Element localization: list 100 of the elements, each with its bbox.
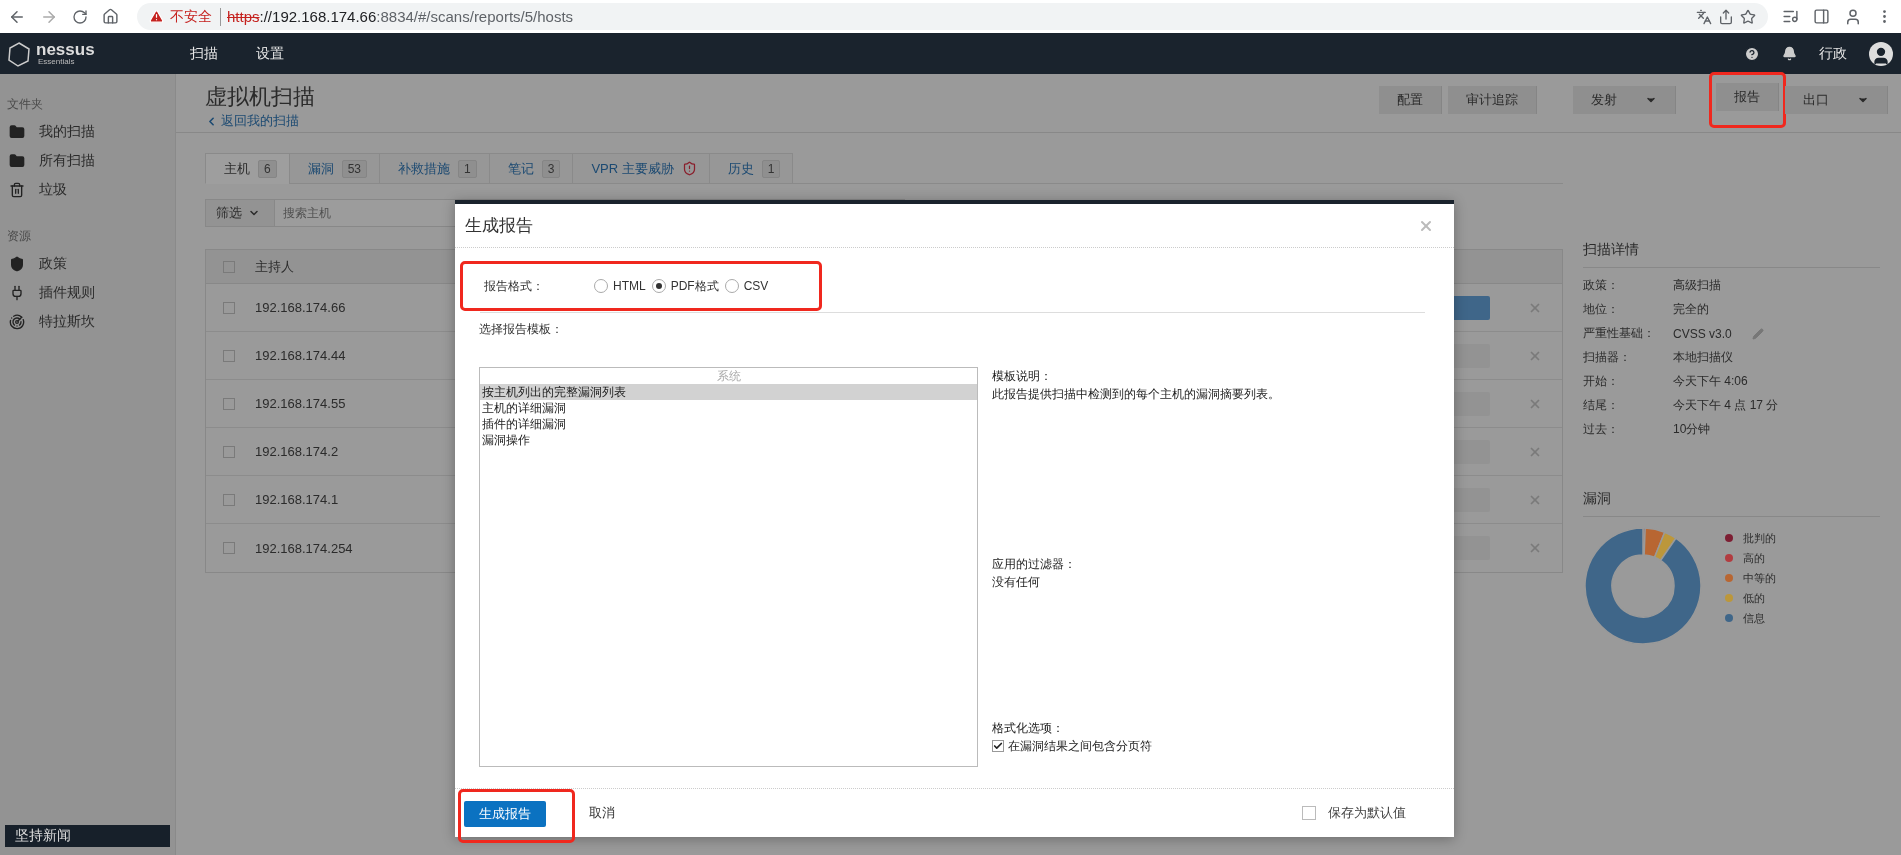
tab[interactable]: 历史 1	[708, 153, 794, 184]
legend-label: 低的	[1743, 590, 1765, 606]
table-cell: 192.168.174.44	[255, 348, 346, 363]
folder-icon	[9, 152, 25, 169]
tab[interactable]: 主机 6	[205, 153, 290, 184]
count-badge: 1	[458, 159, 477, 178]
checkbox[interactable]	[992, 740, 1004, 752]
detail-label: 政策：	[1583, 277, 1620, 294]
news-link[interactable]: 坚持新闻	[5, 825, 170, 847]
sidebar-item[interactable]: 政策	[0, 249, 175, 278]
template-option[interactable]: 插件的详细漏洞	[480, 416, 977, 432]
panel-title: 扫描详情	[1583, 241, 1880, 268]
address-bar[interactable]: 不安全 https://192.168.174.66:8834/#/scans/reports/5/hosts	[137, 3, 1768, 30]
detail-label: 开始：	[1583, 373, 1620, 390]
legend-label: 信息	[1743, 610, 1765, 626]
user-name[interactable]: 行政	[1819, 44, 1847, 63]
option-checkbox[interactable]: 在漏洞结果之间包含分页符	[992, 737, 1425, 755]
checkbox[interactable]	[223, 397, 235, 410]
shield-alert-icon	[681, 161, 697, 176]
count-badge: 53	[341, 159, 368, 178]
sidebar-item[interactable]: 所有扫描	[0, 146, 175, 175]
reload-icon[interactable]	[72, 8, 88, 25]
toolbar-button[interactable]: 出口	[1785, 86, 1888, 114]
template-option[interactable]: 主机的详细漏洞	[480, 400, 977, 416]
format-radio[interactable]: PDF格式	[651, 277, 719, 295]
checkbox[interactable]	[1302, 806, 1316, 820]
tab[interactable]: 漏洞 53	[288, 153, 381, 184]
sidebar-item[interactable]: 垃圾	[0, 175, 175, 204]
cancel-link[interactable]: 取消	[589, 804, 615, 822]
sidebar-heading: 文件夹	[6, 96, 44, 113]
filter-button[interactable]: 筛选	[205, 199, 275, 227]
share-icon[interactable]	[1718, 8, 1734, 25]
generate-button[interactable]: 生成报告	[464, 801, 546, 827]
logo-subtitle: Essentials	[37, 58, 76, 66]
media-icon[interactable]	[1782, 8, 1799, 25]
field-label: 报告格式：	[484, 277, 545, 295]
table-cell: 192.168.174.55	[255, 396, 346, 411]
sidebar-item[interactable]: 特拉斯坎	[0, 307, 175, 336]
description-text: 此报告提供扫描中检测到的每个主机的漏洞摘要列表。	[992, 386, 1281, 403]
detail-value: 本地扫描仪	[1673, 349, 1733, 366]
template-option[interactable]: 按主机列出的完整漏洞列表	[480, 384, 977, 400]
field-label: 模板说明：	[992, 368, 1053, 385]
detail-value: 10分钟	[1673, 421, 1711, 438]
checkbox[interactable]	[223, 301, 235, 314]
dialog-title: 生成报告	[465, 215, 533, 237]
checkbox[interactable]	[223, 542, 235, 554]
checkbox[interactable]	[223, 260, 235, 273]
legend-label: 高的	[1743, 550, 1765, 566]
save-default-checkbox[interactable]: 保存为默认值	[1302, 804, 1406, 822]
security-label: 不安全	[170, 7, 221, 26]
checkbox[interactable]	[223, 493, 235, 506]
detail-label: 严重性基础：	[1583, 325, 1656, 342]
toolbar-button[interactable]: 配置	[1379, 86, 1442, 114]
count-badge: 1	[761, 159, 781, 178]
folder-icon	[9, 123, 25, 140]
table-cell: 192.168.174.66	[255, 300, 346, 315]
nav-link[interactable]: 设置	[256, 44, 284, 63]
profile-icon[interactable]	[1844, 7, 1862, 26]
format-radio[interactable]: HTML	[594, 279, 646, 293]
checkbox[interactable]	[223, 349, 235, 362]
field-label: 格式化选项：	[992, 720, 1065, 737]
radar-icon	[9, 313, 25, 330]
logo-text: nessus	[36, 41, 95, 58]
toolbar-button[interactable]: 报告	[1716, 83, 1779, 111]
help-icon[interactable]	[1744, 45, 1760, 62]
detail-value: 完全的	[1673, 301, 1709, 318]
star-icon[interactable]	[1740, 8, 1756, 25]
field-label: 应用的过滤器：	[992, 556, 1077, 573]
trash-icon	[9, 181, 25, 198]
bell-icon[interactable]	[1782, 46, 1797, 61]
count-badge: 6	[258, 159, 277, 178]
back-link[interactable]: 返回我的扫描	[205, 112, 315, 130]
format-radio[interactable]: CSV	[724, 279, 769, 293]
nav-link[interactable]: 扫描	[190, 44, 218, 63]
page-title: 虚拟机扫描	[205, 83, 315, 111]
template-option[interactable]: 漏洞操作	[480, 432, 977, 448]
legend-label: 中等的	[1743, 570, 1776, 586]
remove-icon[interactable]	[1528, 541, 1542, 555]
toolbar-button[interactable]: 审计追踪	[1448, 86, 1537, 114]
detail-value: CVSS v3.0	[1673, 326, 1732, 341]
detail-label: 结尾：	[1583, 397, 1620, 414]
detail-value: 今天下午 4:06	[1673, 373, 1748, 390]
sidebar-item[interactable]: 我的扫描	[0, 117, 175, 146]
toolbar-button[interactable]: 发射	[1573, 86, 1676, 114]
checkbox[interactable]	[223, 445, 235, 458]
translate-icon[interactable]	[1696, 8, 1712, 25]
avatar[interactable]	[1869, 41, 1893, 66]
sidebar-heading: 资源	[6, 228, 32, 245]
panel-title: 漏洞	[1583, 490, 1880, 517]
side-panel-icon[interactable]	[1813, 8, 1830, 25]
template-list[interactable]: 系统 按主机列出的完整漏洞列表 主机的详细漏洞 插件的详细漏洞 漏洞操作	[479, 367, 978, 767]
table-cell: 192.168.174.254	[255, 540, 353, 556]
warning-icon	[149, 9, 164, 24]
pencil-icon[interactable]	[1751, 327, 1764, 340]
url-text: https://192.168.174.66:8834/#/scans/reports/5/hosts	[227, 8, 574, 25]
hexagon-logo-icon	[6, 40, 32, 67]
sidebar-item[interactable]: 插件规则	[0, 278, 175, 307]
group-label: 系统	[715, 368, 742, 384]
home-icon[interactable]	[102, 8, 119, 25]
detail-label: 过去：	[1583, 421, 1620, 438]
